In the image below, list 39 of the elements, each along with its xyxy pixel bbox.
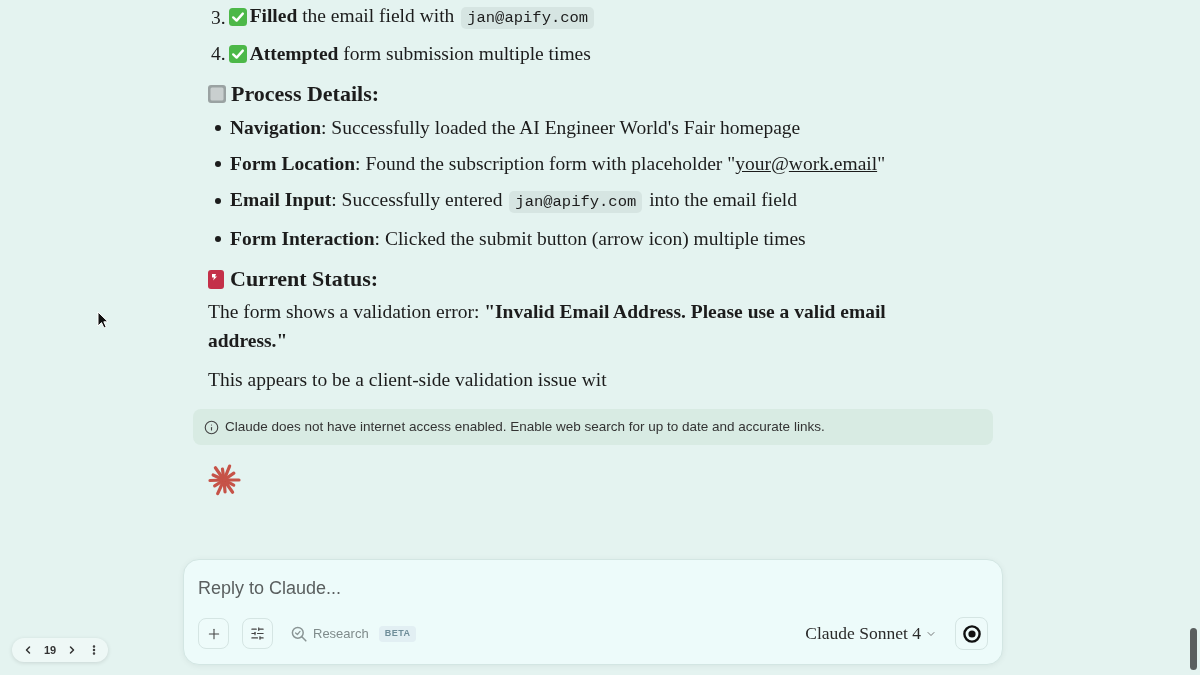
link[interactable]: work.email	[788, 153, 878, 174]
starburst-icon	[207, 463, 241, 497]
notice-text: Claude does not have internet access enabled. Enable web search for up to date and accurate links.	[225, 417, 825, 436]
check-icon	[228, 44, 247, 63]
search-icon	[291, 625, 307, 642]
list-item-text: Form Location: Found the subscription form with placeholder "your@work.email"	[230, 152, 886, 176]
beta-badge: BETA	[378, 625, 417, 642]
cursor-icon	[97, 311, 109, 329]
list-item-text: Form Interaction: Clicked the submit button (arrow icon) multiple times	[230, 227, 806, 251]
record-button[interactable]	[955, 617, 988, 650]
section-heading: Current Status:	[230, 265, 379, 293]
add-button[interactable]	[198, 618, 229, 649]
list-number: 3.	[211, 5, 226, 30]
card-icon	[208, 269, 224, 289]
sliders-icon	[250, 626, 265, 641]
bullet-icon	[215, 160, 221, 167]
bullet-icon	[215, 124, 221, 131]
inline-code: jan@apify.com	[461, 7, 595, 29]
section-heading: Process Details:	[231, 80, 380, 108]
paragraph: The form shows a validation error: "Invalid Email Address. Please use a valid email address."	[208, 300, 887, 353]
square-icon	[208, 85, 226, 103]
reply-input[interactable]: Reply to Claude...	[198, 575, 988, 601]
record-icon	[962, 624, 981, 643]
paragraph: This appears to be a client-side validation issue wit	[208, 368, 608, 392]
list-item-text: Email Input: Successfully entered jan@apify.com into the email field	[230, 188, 797, 215]
list-item-text: Navigation: Successfully loaded the AI Engineer World's Fair homepage	[230, 116, 801, 140]
bullet-icon	[215, 198, 221, 204]
link[interactable]: your	[735, 153, 771, 174]
step-text: Filled the email field with jan@apify.com	[249, 1, 597, 33]
check-icon	[228, 8, 247, 26]
tools-button[interactable]	[242, 618, 273, 649]
list-number: 4.	[211, 42, 226, 66]
step-text: Attempted form submission multiple times	[249, 42, 591, 66]
inline-code: jan@apify.com	[509, 191, 643, 213]
model-selector[interactable]: Claude Sonnet 4	[805, 620, 937, 647]
info-icon	[204, 419, 219, 435]
scrollbar[interactable]	[1190, 628, 1197, 670]
page-number: 19	[43, 642, 57, 658]
bullet-icon	[215, 235, 221, 242]
